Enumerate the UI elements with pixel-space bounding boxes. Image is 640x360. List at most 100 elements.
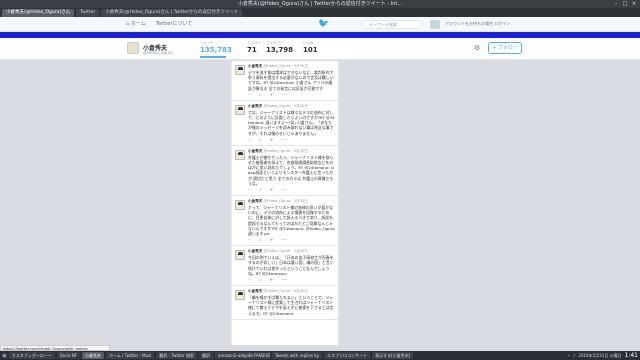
tweet-avatar[interactable] [235,200,245,211]
tweet-avatar[interactable] [235,250,245,261]
taskbar-item[interactable]: エスプリロコンサート [324,352,371,359]
tweet-text: では、ジャーナリストは様々なデマの流布に対して、どのように反論したらよいのですか… [248,109,335,136]
taskbar: ▣ カスタブッグーローー Quriz-NF 小倉秀夫 ホーム / Twitter… [0,351,640,360]
like-icon[interactable]: ♥ [270,93,273,97]
retweet-icon[interactable]: ⇄ [259,238,262,242]
tweet[interactable]: 小倉秀夫 @Hideo_Ogura · 5月30日 今回の例でいえば、「日本の女… [232,246,338,287]
close-icon[interactable]: × [631,0,637,8]
tweet-timeline[interactable]: 小倉秀夫 @Hideo_Ogura · 5月30日 デマを流す側は請求はできない… [231,61,339,345]
more-icon[interactable]: ••• [281,278,287,282]
twitter-topbar: ⌂ ホーム Twitterについて 🐦 キーワード検索 アカウントをお持ちの場合… [0,17,640,32]
more-icon[interactable]: ••• [281,238,287,242]
profile-handle: @Hideo_Ogura [143,50,173,55]
taskbar-item[interactable]: 小倉秀夫 [82,352,105,359]
tweet-author[interactable]: 小倉秀夫 [248,104,262,108]
network-icon[interactable]: ⌁ [567,353,569,358]
tweet-actions: ↩ ⇄ ♥ ••• [248,238,335,242]
tweet[interactable]: 小倉秀夫 @Hideo_Ogura · 5月30日 弁護士が書かだったら、ジャー… [232,146,338,197]
profile-avatar[interactable] [127,42,139,54]
tweet-handle: @Hideo_Ogura · 5月30日 [263,148,308,153]
tweet-actions: ↩ ⇄ ♥ ••• [248,188,335,192]
maximize-icon[interactable]: □ [622,0,628,8]
reply-icon[interactable]: ↩ [248,188,251,192]
tweet-actions: ↩ ⇄ ♥ ••• [248,278,335,282]
tweet-avatar[interactable] [235,65,245,75]
taskbar-item[interactable]: amazon2-adepdk-FANSUD [214,352,270,359]
taskbar-item[interactable]: 翻訳 - Twitter 検索 [156,352,197,359]
tray-date: 2016年5月31日 火曜日 [578,352,622,358]
gear-icon[interactable]: ⚙ [474,44,480,52]
tweet-author[interactable]: 小倉秀夫 [248,289,262,293]
stat-likes[interactable]: いいね 101 [303,41,318,54]
more-icon[interactable]: ••• [281,188,287,192]
reply-icon[interactable]: ↩ [248,138,251,142]
stat-followers[interactable]: フォロワー 13,798 [266,41,293,54]
like-icon[interactable]: ♥ [270,238,273,242]
taskbar-item[interactable]: Tweets with replies by [271,352,323,359]
system-tray: ⌁ ♪ 2016年5月31日 火曜日 1:41 [567,351,638,360]
browser-tab[interactable]: 小倉秀夫(@Hideo_Ogura)さん | Twitterからの返信付きツイー… [101,9,243,17]
twitter-bird-icon[interactable]: 🐦 [318,19,329,29]
stat-following[interactable]: フォロー 71 [247,41,261,54]
taskbar-item[interactable]: 翻訳 [198,352,213,359]
taskbar-item[interactable]: ホーム / Twitter - Mozi [106,352,155,359]
tweet[interactable]: 小倉秀夫 @Hideo_Ogura · 5月30日 「鶴を鳴かずば撃たれまい」と… [232,286,338,320]
tweet-author[interactable]: 小倉秀夫 [248,64,262,68]
tweet-handle: @Hideo_Ogura · 5月30日 [263,64,308,68]
reply-icon[interactable]: ↩ [248,93,251,97]
tweet-avatar[interactable] [235,149,245,160]
window-title: 小倉秀夫(@Hideo_Ogura)さん | Twitterからの返信付きツイー… [237,1,403,7]
retweet-icon[interactable]: ⇄ [259,188,262,192]
tweet[interactable]: 小倉秀夫 @Hideo_Ogura · 5月30日 デマを流す側は請求はできない… [232,61,338,101]
tweet-handle: @Hideo_Ogura · 5月30日 [263,249,308,254]
tweet-avatar[interactable] [235,104,245,115]
tweet-text: デマを流す側は請求はできないなど、裁判所内で争う資料を提出する必要がないので言及… [248,70,334,91]
tweet-handle: @Hideo_Ogura · 5月30日 [263,103,308,108]
tweet-author[interactable]: 小倉秀夫 [248,249,262,253]
more-icon[interactable]: ••• [281,93,287,97]
tweet-actions: ↩ ⇄ ♥ ••• [248,93,335,97]
like-icon[interactable]: ♥ [270,278,273,282]
follow-button[interactable]: + フォロー [488,42,522,54]
taskbar-item[interactable]: カスタブッグーローー [8,352,55,359]
like-icon[interactable]: ♥ [270,188,273,192]
search-input[interactable]: キーワード検索 [362,20,422,29]
about-link[interactable]: Twitterについて [156,20,193,27]
person-add-icon: + [492,45,497,51]
tweet-text: だって、ジャーナリスト様の皆様の思いが届かないのに、デマの流布による損害を回復す… [248,205,335,237]
tweet-text: 「鶴を鳴かずば撃たれまい」ということで、ジャーナリスト様に提案して生きればジャー… [248,295,334,316]
tweet[interactable]: 小倉秀夫 @Hideo_Ogura · 5月30日 だって、ジャーナリスト様の皆… [232,196,338,247]
login-link[interactable]: アカウントをお持ちの場合 ログイン [445,21,510,27]
retweet-icon[interactable]: ⇄ [259,93,262,97]
reply-icon[interactable]: ↩ [248,278,251,282]
reply-icon[interactable]: ↩ [248,238,251,242]
tray-clock[interactable]: 1:41 [625,352,638,359]
taskbar-item[interactable]: 表示する[小倉秀夫] [372,352,414,359]
twitter-nav: ⌂ ホーム Twitterについて [126,20,192,27]
tweet-actions: ↩ ⇄ ♥ ••• [248,138,335,142]
stat-tweets[interactable]: ツイート 135,783 [200,41,232,58]
like-icon[interactable]: ♥ [270,138,273,142]
browser-tab[interactable]: 小倉秀夫(@Hideo_Ogura)さん [2,9,75,17]
start-menu-icon[interactable]: ▣ [2,353,7,359]
tweet-handle: @Hideo_Ogura · 5月30日 [263,199,308,204]
tweet-author[interactable]: 小倉秀夫 [248,149,262,153]
home-icon: ⌂ [126,21,130,27]
tweet-text: 今回の例でいえば、「日本の女子高校生が売春をするのが珍しい」日本は悪い国、嫌の国… [248,255,334,276]
tweet-avatar[interactable] [235,290,245,301]
window-titlebar: 小倉秀夫(@Hideo_Ogura)さん | Twitterからの返信付きツイー… [0,0,640,8]
retweet-icon[interactable]: ⇄ [259,278,262,282]
taskbar-item[interactable]: Quriz-NF [56,352,81,359]
profile-nav: 小倉秀夫 @Hideo_Ogura ツイート 135,783 フォロー 71 フ… [0,38,640,60]
account-icon[interactable] [430,20,440,29]
browser-tab-strip: 小倉秀夫(@Hideo_Ogura)さん Twitter 小倉秀夫(@Hideo… [0,8,640,17]
tweet[interactable]: 小倉秀夫 @Hideo_Ogura · 5月30日 では、ジャーナリストは様々な… [232,101,338,146]
tweet-author[interactable]: 小倉秀夫 [248,199,262,203]
tweet-handle: @Hideo_Ogura · 5月30日 [263,289,308,294]
home-link[interactable]: ⌂ ホーム [126,20,146,27]
minimize-icon[interactable]: – [613,0,619,8]
volume-icon[interactable]: ♪ [573,353,576,358]
retweet-icon[interactable]: ⇄ [259,138,262,142]
more-icon[interactable]: ••• [281,138,287,142]
browser-tab[interactable]: Twitter [76,9,100,17]
